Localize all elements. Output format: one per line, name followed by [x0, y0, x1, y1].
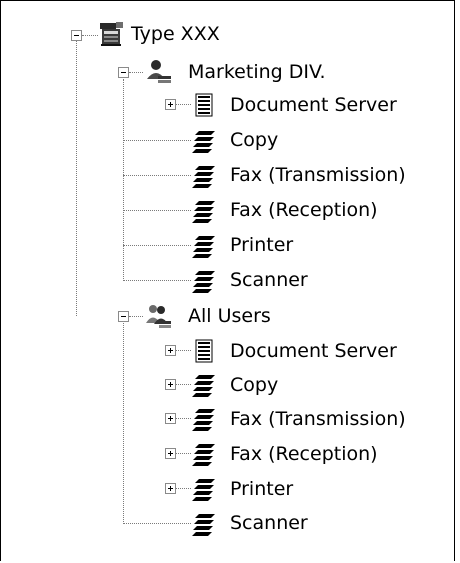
- tree-node-fax-reception[interactable]: Fax (Reception): [230, 442, 378, 466]
- all-users-icon: [144, 301, 172, 329]
- expand-collapse-toggle[interactable]: [165, 483, 176, 494]
- tree-connector: [82, 35, 98, 36]
- paper-stack-icon: [190, 127, 218, 155]
- user-group-icon: [144, 57, 172, 85]
- tree-connector: [176, 104, 191, 105]
- paper-stack-icon: [190, 475, 218, 503]
- tree-node-copy[interactable]: Copy: [230, 373, 278, 397]
- expand-collapse-toggle[interactable]: [165, 448, 176, 459]
- document-stack-icon: [190, 337, 218, 365]
- tree-node-all-users[interactable]: All Users: [188, 304, 271, 328]
- paper-stack-icon: [190, 371, 218, 399]
- tree-connector: [123, 321, 124, 524]
- tree-node-printer[interactable]: Printer: [230, 233, 293, 257]
- paper-stack-icon: [190, 440, 218, 468]
- expand-collapse-toggle[interactable]: [165, 379, 176, 390]
- tree-connector: [176, 384, 191, 385]
- tree-connector: [129, 72, 143, 73]
- expand-collapse-toggle[interactable]: [165, 99, 176, 110]
- tree-node-fax-transmission[interactable]: Fax (Transmission): [230, 163, 406, 187]
- tree-node-copy[interactable]: Copy: [230, 128, 278, 152]
- tree-connector: [176, 418, 191, 419]
- tree-node-document-server[interactable]: Document Server: [230, 339, 397, 363]
- tree-connector: [123, 79, 124, 281]
- paper-stack-icon: [190, 267, 218, 295]
- tree-node-scanner[interactable]: Scanner: [230, 268, 308, 292]
- tree-node-fax-reception[interactable]: Fax (Reception): [230, 198, 378, 222]
- tree-connector: [123, 245, 191, 246]
- tree-connector: [129, 316, 143, 317]
- tree-connector: [123, 280, 191, 281]
- tree-view: Type XXX Marketing DIV. Document Server …: [1, 1, 454, 561]
- tree-connector: [123, 140, 191, 141]
- tree-connector: [123, 210, 191, 211]
- tree-connector: [176, 350, 191, 351]
- paper-stack-icon: [190, 197, 218, 225]
- expand-collapse-toggle[interactable]: [118, 311, 129, 322]
- tree-node-printer[interactable]: Printer: [230, 477, 293, 501]
- expand-collapse-toggle[interactable]: [71, 30, 82, 41]
- tree-node-root[interactable]: Type XXX: [131, 22, 220, 46]
- tree-node-scanner[interactable]: Scanner: [230, 511, 308, 535]
- expand-collapse-toggle[interactable]: [118, 67, 129, 78]
- tree-node-marketing-div[interactable]: Marketing DIV.: [188, 60, 326, 84]
- paper-stack-icon: [190, 510, 218, 538]
- paper-stack-icon: [190, 162, 218, 190]
- expand-collapse-toggle[interactable]: [165, 345, 176, 356]
- tree-connector: [76, 41, 77, 316]
- tree-connector: [123, 175, 191, 176]
- tree-node-fax-transmission[interactable]: Fax (Transmission): [230, 407, 406, 431]
- tree-connector: [176, 488, 191, 489]
- expand-collapse-toggle[interactable]: [165, 413, 176, 424]
- tree-panel: Type XXX Marketing DIV. Document Server …: [0, 0, 455, 561]
- paper-stack-icon: [190, 232, 218, 260]
- tree-node-document-server[interactable]: Document Server: [230, 93, 397, 117]
- machine-icon: [97, 20, 125, 48]
- document-stack-icon: [190, 91, 218, 119]
- tree-connector: [123, 523, 191, 524]
- paper-stack-icon: [190, 405, 218, 433]
- tree-connector: [176, 453, 191, 454]
